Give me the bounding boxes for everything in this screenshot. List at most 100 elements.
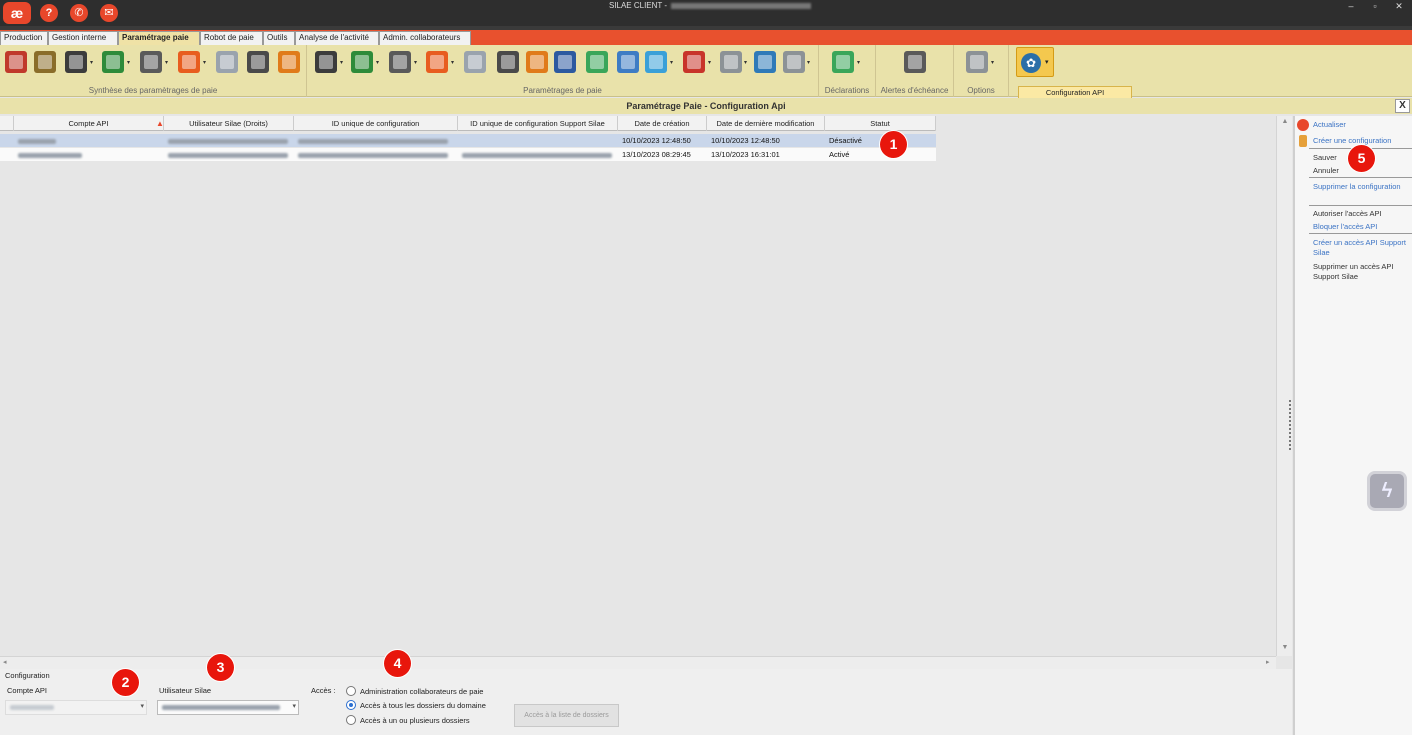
chevron-down-icon[interactable]: ▾ — [991, 59, 997, 66]
scroll-left-icon[interactable]: ◂ — [3, 658, 7, 666]
tab-parametrage-paie[interactable]: Paramétrage paie — [118, 31, 200, 45]
synthese-rubriques-icon[interactable] — [5, 51, 27, 73]
autoriser-acces-link[interactable]: Autoriser l'accès API — [1313, 209, 1412, 219]
minimize-button[interactable]: – — [1340, 0, 1362, 12]
creer-acces-support-link[interactable]: Créer un accès API Support Silae — [1313, 238, 1412, 258]
help-icon[interactable]: ? — [40, 4, 58, 22]
chevron-down-icon[interactable]: ▾ — [670, 59, 676, 66]
radio-plusieurs-dossiers[interactable] — [346, 715, 356, 725]
chevron-down-icon: ▾ — [140, 703, 144, 710]
synthese-calculatrice-icon[interactable] — [247, 51, 269, 73]
options-icon[interactable] — [966, 51, 988, 73]
param-export-icon[interactable] — [586, 51, 608, 73]
column-header-date-modification[interactable]: Date de dernière modification — [707, 116, 825, 131]
table-row[interactable]: 10/10/2023 12:48:50 10/10/2023 12:48:50 … — [0, 134, 936, 147]
tab-production[interactable]: Production — [0, 31, 48, 45]
notification-icon[interactable]: ✉ — [100, 4, 118, 22]
vertical-scrollbar[interactable]: ▲ ▼ — [1276, 116, 1292, 656]
param-salaries-icon[interactable] — [464, 51, 486, 73]
configuration-section-title: Configuration — [5, 671, 50, 680]
synthese-alerte-icon[interactable] — [178, 51, 200, 73]
radio-plusieurs-dossiers-label: Accès à un ou plusieurs dossiers — [360, 716, 470, 725]
chat-icon[interactable]: ✆ — [70, 4, 88, 22]
synthese-salaries-icon[interactable] — [216, 51, 238, 73]
param-alerte-icon[interactable] — [426, 51, 448, 73]
supprimer-acces-support-link[interactable]: Supprimer un accès API Support Silae — [1313, 262, 1412, 282]
column-header-compte-api[interactable]: Compte API — [14, 116, 164, 131]
param-calculatrice-icon[interactable] — [497, 51, 519, 73]
synthese-conge-icon[interactable] — [102, 51, 124, 73]
scroll-down-icon[interactable]: ▼ — [1277, 644, 1293, 651]
chevron-down-icon[interactable]: ▾ — [127, 59, 133, 66]
column-header-id-support[interactable]: ID unique de configuration Support Silae — [458, 116, 618, 131]
param-conge-icon[interactable] — [351, 51, 373, 73]
param-options-icon[interactable] — [783, 51, 805, 73]
cell-compte-api — [14, 148, 164, 161]
bloquer-acces-link[interactable]: Bloquer l'accès API — [1313, 222, 1412, 232]
chevron-down-icon[interactable]: ▾ — [857, 59, 863, 66]
param-heures-icon[interactable] — [526, 51, 548, 73]
acces-liste-dossiers-button[interactable]: Accès à la liste de dossiers — [514, 704, 619, 727]
chevron-down-icon[interactable]: ▾ — [414, 59, 420, 66]
cell-date-modification: 10/10/2023 12:48:50 — [711, 136, 780, 145]
tab-robot-de-paie[interactable]: Robot de paie — [200, 31, 263, 45]
tab-analyse-activite[interactable]: Analyse de l'activité — [295, 31, 379, 45]
param-document-icon[interactable] — [554, 51, 576, 73]
synthese-horaire-icon[interactable] — [140, 51, 162, 73]
chevron-down-icon[interactable]: ▾ — [165, 59, 171, 66]
synthese-bulletin-icon[interactable] — [65, 51, 87, 73]
ribbon-group-synthese: ▾ ▾ ▾ ▾ Synthèse des paramètrages de pai… — [0, 45, 307, 97]
close-panel-button[interactable]: X — [1395, 99, 1410, 113]
radio-admin-collaborateurs[interactable] — [346, 686, 356, 696]
chevron-down-icon[interactable]: ▾ — [708, 59, 714, 66]
alertes-echeance-icon[interactable] — [904, 51, 926, 73]
table-row[interactable]: 13/10/2023 08:29:45 13/10/2023 16:31:01 … — [0, 148, 936, 161]
param-ccn-icon[interactable] — [617, 51, 639, 73]
close-window-button[interactable]: ✕ — [1388, 0, 1410, 12]
scroll-up-icon[interactable]: ▲ — [1277, 118, 1293, 125]
chevron-down-icon[interactable]: ▾ — [744, 59, 750, 66]
param-bulletin-icon[interactable] — [315, 51, 337, 73]
menu-tab-bar: Production Gestion interne Paramétrage p… — [0, 26, 1412, 45]
chevron-down-icon[interactable]: ▾ — [90, 59, 96, 66]
tab-outils[interactable]: Outils — [263, 31, 295, 45]
synthese-heures-icon[interactable] — [278, 51, 300, 73]
compte-api-select[interactable]: ▾ — [5, 700, 147, 715]
column-header-id-config[interactable]: ID unique de configuration — [294, 116, 458, 131]
param-echange-icon[interactable] — [645, 51, 667, 73]
tab-admin-collaborateurs[interactable]: Admin. collaborateurs — [379, 31, 471, 45]
chevron-down-icon[interactable]: ▾ — [340, 59, 346, 66]
scroll-right-icon[interactable]: ▸ — [1266, 658, 1270, 666]
chevron-down-icon[interactable]: ▾ — [451, 59, 457, 66]
maximize-button[interactable]: ▫ — [1364, 0, 1386, 12]
param-liste-icon[interactable] — [754, 51, 776, 73]
chevron-down-icon[interactable]: ▾ — [807, 59, 813, 66]
radio-tous-dossiers[interactable] — [346, 700, 356, 710]
synthese-taux-icon[interactable] — [34, 51, 56, 73]
actualiser-link[interactable]: Actualiser — [1313, 120, 1412, 130]
param-modele-icon[interactable] — [720, 51, 742, 73]
marker-1: 1 — [880, 131, 907, 158]
cell-id-config — [294, 148, 458, 161]
supprimer-configuration-link[interactable]: Supprimer la configuration — [1313, 182, 1412, 192]
column-header-date-creation[interactable]: Date de création — [618, 116, 707, 131]
sort-ascending-icon: ▲ — [156, 119, 164, 128]
utilisateur-silae-select[interactable]: ▾ — [157, 700, 299, 715]
param-horaire-icon[interactable] — [389, 51, 411, 73]
chevron-down-icon[interactable]: ▾ — [376, 59, 382, 66]
horizontal-scrollbar[interactable]: ◂ ▸ — [0, 656, 1276, 669]
divider — [1309, 177, 1412, 178]
chevron-down-icon[interactable]: ▾ — [203, 59, 209, 66]
configuration-api-button[interactable]: ✿ ▾ — [1016, 47, 1054, 77]
tab-gestion-interne[interactable]: Gestion interne — [48, 31, 118, 45]
lightning-icon[interactable]: ϟ — [1367, 471, 1407, 511]
ribbon: ▾ ▾ ▾ ▾ Synthèse des paramètrages de pai… — [0, 45, 1412, 97]
column-header-statut[interactable]: Statut — [825, 116, 936, 131]
configuration-form: Configuration Compte API ▾ Utilisateur S… — [0, 669, 1292, 735]
chevron-down-icon[interactable]: ▾ — [1045, 58, 1049, 66]
ribbon-group-label: Déclarations — [824, 86, 870, 95]
declarations-icon[interactable] — [832, 51, 854, 73]
app-logo-icon[interactable]: æ — [3, 2, 31, 24]
column-header-utilisateur[interactable]: Utilisateur Silae (Droits) — [164, 116, 294, 131]
param-transfert-icon[interactable] — [683, 51, 705, 73]
